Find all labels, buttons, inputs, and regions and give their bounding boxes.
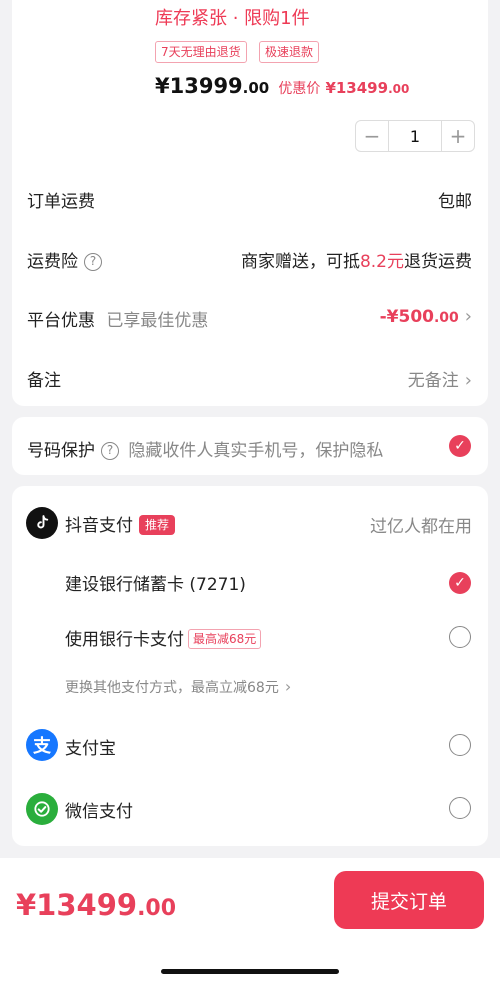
order-card: 库存紧张 · 限购1件 7天无理由退货 极速退款 ¥13999.00 优惠价 ¥… bbox=[12, 0, 488, 406]
discount-price-decimal: .00 bbox=[388, 82, 410, 96]
bottom-bar: ¥13499.00 提交订单 bbox=[0, 858, 500, 986]
insurance-amount: 8.2元 bbox=[359, 252, 404, 272]
insurance-value: 商家赠送，可抵8.2元退货运费 bbox=[241, 247, 472, 272]
discount-price: ¥13499 bbox=[325, 79, 389, 97]
wechat-pay-radio[interactable] bbox=[449, 797, 471, 819]
shipping-value: 包邮 bbox=[438, 192, 472, 212]
quantity-stepper: − 1 + bbox=[355, 120, 475, 152]
tag-return-7days: 7天无理由退货 bbox=[155, 41, 247, 63]
shipping-label: 订单运费 bbox=[27, 192, 95, 212]
use-bank-card-option[interactable]: 使用银行卡支付 最高减68元 bbox=[65, 625, 262, 650]
douyin-pay-label: 抖音支付 bbox=[65, 516, 133, 536]
platform-discount-row[interactable]: -¥500.00 › bbox=[380, 306, 472, 327]
price-row: ¥13999.00 优惠价 ¥13499.00 bbox=[155, 74, 409, 98]
privacy-checkbox[interactable]: ✓ bbox=[449, 435, 471, 457]
platform-discount-label-group: 平台优惠 已享最佳优惠 bbox=[27, 306, 208, 331]
other-methods-label: 更换其他支付方式，最高立减68元 bbox=[65, 680, 279, 696]
insurance-row-label: 运费险? bbox=[27, 247, 102, 272]
tag-fast-refund: 极速退款 bbox=[259, 41, 320, 63]
original-price: ¥13999 bbox=[155, 74, 243, 98]
ccb-debit-card-option[interactable]: 建设银行储蓄卡 (7271) bbox=[65, 570, 246, 595]
remark-row[interactable]: 无备注 › bbox=[408, 366, 472, 391]
wechat-pay-icon bbox=[26, 793, 58, 825]
total-price-value: ¥13499 bbox=[16, 888, 138, 922]
stock-notice: 库存紧张 · 限购1件 bbox=[155, 8, 310, 29]
help-icon[interactable]: ? bbox=[84, 253, 102, 271]
use-bank-card-label: 使用银行卡支付 bbox=[65, 630, 184, 650]
wechat-pay-option[interactable]: 微信支付 bbox=[65, 797, 133, 822]
chevron-right-icon: › bbox=[464, 370, 472, 391]
platform-discount-note: 已享最佳优惠 bbox=[106, 311, 209, 331]
original-price-decimal: .00 bbox=[242, 79, 270, 97]
platform-discount-decimal: .00 bbox=[433, 310, 459, 326]
privacy-row: 号码保护? 隐藏收件人真实手机号，保护隐私 bbox=[27, 436, 383, 461]
insurance-prefix: 商家赠送，可抵 bbox=[240, 252, 360, 272]
douyin-pay-row[interactable]: 抖音支付 推荐 bbox=[65, 511, 176, 536]
remark-value: 无备注 bbox=[407, 371, 459, 391]
other-payment-methods-link[interactable]: 更换其他支付方式，最高立减68元 › bbox=[65, 677, 291, 697]
total-price: ¥13499.00 bbox=[16, 888, 176, 922]
submit-order-button[interactable]: 提交订单 bbox=[334, 871, 484, 929]
discount-label: 优惠价 bbox=[278, 81, 321, 97]
douyin-pay-icon bbox=[26, 507, 58, 539]
recommended-badge: 推荐 bbox=[139, 515, 176, 535]
alipay-radio[interactable] bbox=[449, 734, 471, 756]
douyin-pay-tagline: 过亿人都在用 bbox=[370, 517, 472, 537]
insurance-suffix: 退货运费 bbox=[404, 252, 472, 272]
platform-discount-value: -¥500 bbox=[379, 307, 434, 327]
privacy-card: 号码保护? 隐藏收件人真实手机号，保护隐私 ✓ bbox=[12, 417, 488, 475]
ccb-card-radio[interactable]: ✓ bbox=[449, 572, 471, 594]
alipay-glyph: 支 bbox=[33, 736, 51, 757]
chevron-right-icon: › bbox=[464, 306, 472, 327]
platform-discount-label: 平台优惠 bbox=[27, 311, 95, 331]
payment-card: 抖音支付 推荐 过亿人都在用 建设银行储蓄卡 (7271) ✓ 使用银行卡支付 最高… bbox=[12, 486, 488, 846]
max-discount-badge: 最高减68元 bbox=[188, 629, 262, 649]
alipay-option[interactable]: 支付宝 bbox=[65, 734, 116, 759]
insurance-label: 运费险 bbox=[27, 252, 78, 272]
alipay-icon: 支 bbox=[26, 729, 58, 761]
privacy-desc: 隐藏收件人真实手机号，保护隐私 bbox=[128, 441, 384, 461]
remark-label: 备注 bbox=[27, 371, 61, 391]
help-icon[interactable]: ? bbox=[101, 442, 119, 460]
home-indicator[interactable] bbox=[161, 969, 339, 974]
increase-button[interactable]: + bbox=[442, 121, 474, 151]
bank-card-radio[interactable] bbox=[449, 626, 471, 648]
decrease-button[interactable]: − bbox=[356, 121, 388, 151]
chevron-right-icon: › bbox=[284, 677, 292, 696]
quantity-value[interactable]: 1 bbox=[388, 121, 442, 151]
total-price-decimal: .00 bbox=[137, 896, 177, 921]
privacy-label: 号码保护 bbox=[27, 441, 95, 461]
